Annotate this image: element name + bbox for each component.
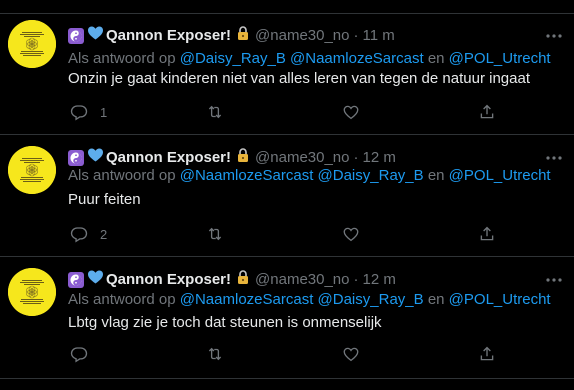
yin-yang-emoji-icon bbox=[68, 272, 84, 288]
like-icon bbox=[342, 103, 360, 121]
author-name[interactable]: Qannon Exposer! bbox=[106, 26, 231, 46]
retweet-icon bbox=[206, 103, 224, 121]
next-tweet-edge bbox=[0, 379, 574, 390]
reply-context: Als antwoord op @Daisy_Ray_B @NaamlozeSa… bbox=[68, 49, 551, 69]
tweet-text: Lbtg vlag zie je toch dat steunen is onm… bbox=[68, 314, 382, 331]
tweet-text: Onzin je gaat kinderen niet van alles le… bbox=[68, 70, 530, 87]
like-button[interactable] bbox=[342, 102, 360, 122]
avatar[interactable] bbox=[8, 268, 56, 316]
mention-link[interactable]: @POL_Utrecht bbox=[449, 50, 551, 67]
like-icon bbox=[342, 225, 360, 243]
retweet-button[interactable] bbox=[206, 102, 224, 122]
share-button[interactable] bbox=[478, 102, 496, 122]
tweet[interactable]: Qannon Exposer! @name30_no · 12 m Als an… bbox=[0, 257, 574, 379]
share-button[interactable] bbox=[478, 344, 496, 364]
mention-link[interactable]: @NaamlozeSarcast bbox=[180, 167, 314, 184]
share-icon bbox=[478, 345, 496, 363]
avatar[interactable] bbox=[8, 20, 56, 68]
mention-link[interactable]: @NaamlozeSarcast bbox=[180, 291, 314, 308]
tweet[interactable]: Qannon Exposer! @name30_no · 11 m Als an… bbox=[0, 0, 574, 135]
tweet-actions: 2 bbox=[68, 224, 498, 244]
yin-yang-emoji-icon bbox=[68, 28, 84, 44]
mention-link[interactable]: @NaamlozeSarcast bbox=[290, 50, 424, 67]
author-name[interactable]: Qannon Exposer! bbox=[106, 148, 231, 168]
mention-link[interactable]: @Daisy_Ray_B bbox=[318, 291, 424, 308]
retweet-button[interactable] bbox=[206, 344, 224, 364]
lock-emoji-icon bbox=[235, 25, 251, 47]
tweet-header: Qannon Exposer! @name30_no · 12 m bbox=[68, 270, 396, 290]
tweet-header: Qannon Exposer! @name30_no · 11 m bbox=[68, 26, 395, 46]
tweet[interactable]: Qannon Exposer! @name30_no · 12 m Als an… bbox=[0, 135, 574, 257]
blue-heart-emoji-icon bbox=[87, 25, 104, 47]
mention-link[interactable]: @Daisy_Ray_B bbox=[180, 50, 286, 67]
share-icon bbox=[478, 103, 496, 121]
reply-prefix: Als antwoord op bbox=[68, 50, 176, 67]
lock-emoji-icon bbox=[235, 269, 251, 291]
like-button[interactable] bbox=[342, 344, 360, 364]
timestamp[interactable]: 12 m bbox=[363, 270, 396, 290]
reply-button[interactable]: 2 bbox=[70, 224, 107, 244]
author-handle[interactable]: @name30_no bbox=[255, 26, 349, 46]
reply-icon bbox=[70, 103, 88, 121]
separator: · bbox=[353, 149, 359, 166]
mention-link[interactable]: @Daisy_Ray_B bbox=[318, 167, 424, 184]
reply-icon bbox=[70, 345, 88, 363]
reply-prefix: Als antwoord op bbox=[68, 291, 176, 308]
reply-button[interactable]: 1 bbox=[70, 102, 107, 122]
mention-link[interactable]: @POL_Utrecht bbox=[449, 291, 551, 308]
reply-conjunction: en bbox=[427, 50, 445, 67]
separator: · bbox=[353, 27, 359, 44]
reply-context: Als antwoord op @NaamlozeSarcast @Daisy_… bbox=[68, 166, 551, 186]
timestamp[interactable]: 12 m bbox=[363, 148, 396, 168]
reply-context: Als antwoord op @NaamlozeSarcast @Daisy_… bbox=[68, 290, 551, 310]
reply-conjunction: en bbox=[427, 167, 445, 184]
more-icon[interactable] bbox=[544, 148, 564, 168]
blue-heart-emoji-icon bbox=[87, 269, 104, 291]
reply-count: 1 bbox=[100, 104, 108, 120]
more-icon[interactable] bbox=[544, 270, 564, 290]
tweet-actions bbox=[68, 344, 498, 364]
author-handle[interactable]: @name30_no bbox=[255, 148, 349, 168]
tweet-actions: 1 bbox=[68, 102, 498, 122]
reply-icon bbox=[70, 225, 88, 243]
like-icon bbox=[342, 345, 360, 363]
author-handle[interactable]: @name30_no bbox=[255, 270, 349, 290]
yin-yang-emoji-icon bbox=[68, 150, 84, 166]
reply-button[interactable] bbox=[70, 344, 100, 364]
avatar[interactable] bbox=[8, 146, 56, 194]
more-icon[interactable] bbox=[544, 26, 564, 46]
share-icon bbox=[478, 225, 496, 243]
separator: · bbox=[353, 271, 359, 288]
reply-count: 2 bbox=[100, 226, 108, 242]
mention-link[interactable]: @POL_Utrecht bbox=[449, 167, 551, 184]
tweet-text: Puur feiten bbox=[68, 191, 141, 208]
retweet-button[interactable] bbox=[206, 224, 224, 244]
retweet-icon bbox=[206, 225, 224, 243]
like-button[interactable] bbox=[342, 224, 360, 244]
author-name[interactable]: Qannon Exposer! bbox=[106, 270, 231, 290]
reply-conjunction: en bbox=[427, 291, 445, 308]
reply-prefix: Als antwoord op bbox=[68, 167, 176, 184]
retweet-icon bbox=[206, 345, 224, 363]
timestamp[interactable]: 11 m bbox=[363, 26, 395, 46]
tweet-header: Qannon Exposer! @name30_no · 12 m bbox=[68, 148, 396, 168]
share-button[interactable] bbox=[478, 224, 496, 244]
